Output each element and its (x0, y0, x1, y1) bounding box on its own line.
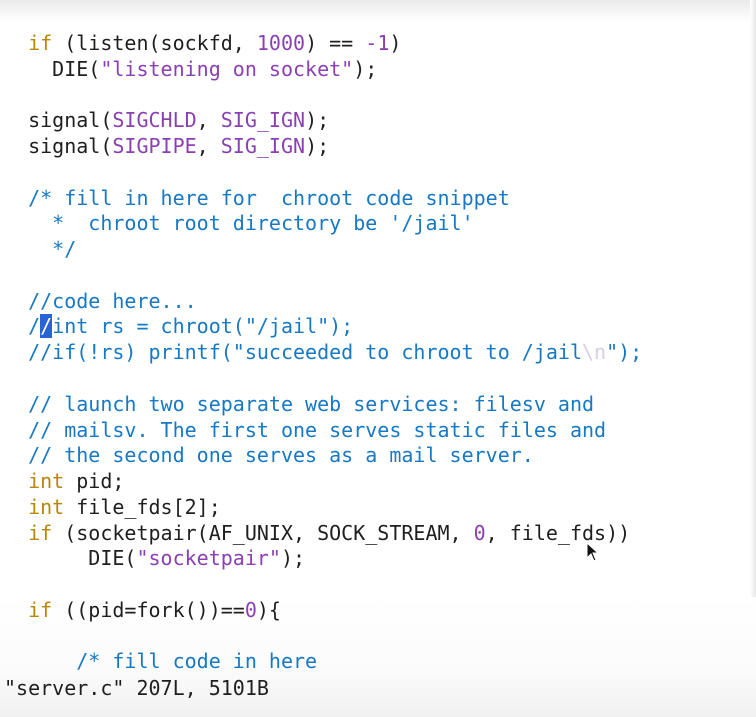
code-line: int file_fds[2]; (28, 495, 221, 519)
code-line: if (listen(sockfd, 1000) == -1) (28, 31, 402, 55)
code-line: signal(SIGPIPE, SIG_IGN); (4, 134, 330, 158)
code-line: // mailsv. The first one serves static f… (28, 418, 607, 442)
code-line: if ((pid=fork())==0){ (28, 598, 281, 622)
code-line: //code here... (28, 289, 197, 313)
code-line: if (socketpair(AF_UNIX, SOCK_STREAM, 0, … (28, 521, 631, 545)
code-line: * chroot root directory be '/jail' (28, 211, 474, 235)
status-line: "server.c" 207L, 5101B (4, 676, 269, 700)
mouse-pointer-icon (586, 542, 600, 562)
code-line: // launch two separate web services: fil… (28, 392, 595, 416)
code-line: int pid; (28, 469, 125, 493)
code-line: signal(SIGCHLD, SIG_IGN); (4, 108, 330, 132)
code-line: //if(!rs) printf("succeeded to chroot to… (28, 340, 643, 364)
code-line: //int rs = chroot("/jail"); (28, 314, 354, 338)
code-line: // the second one serves as a mail serve… (28, 443, 534, 467)
code-line: DIE("listening on socket"); (4, 57, 378, 81)
window-shadow-top (0, 0, 756, 22)
code-line: */ (28, 237, 77, 261)
code-line: /* fill in here for chroot code snippet (28, 186, 510, 210)
code-line: DIE("socketpair"); (4, 546, 306, 570)
text-cursor: / (40, 314, 53, 338)
vim-editor[interactable]: if (listen(sockfd, 1000) == -1) DIE("lis… (0, 0, 756, 717)
code-line: /* fill code in here (76, 649, 318, 673)
